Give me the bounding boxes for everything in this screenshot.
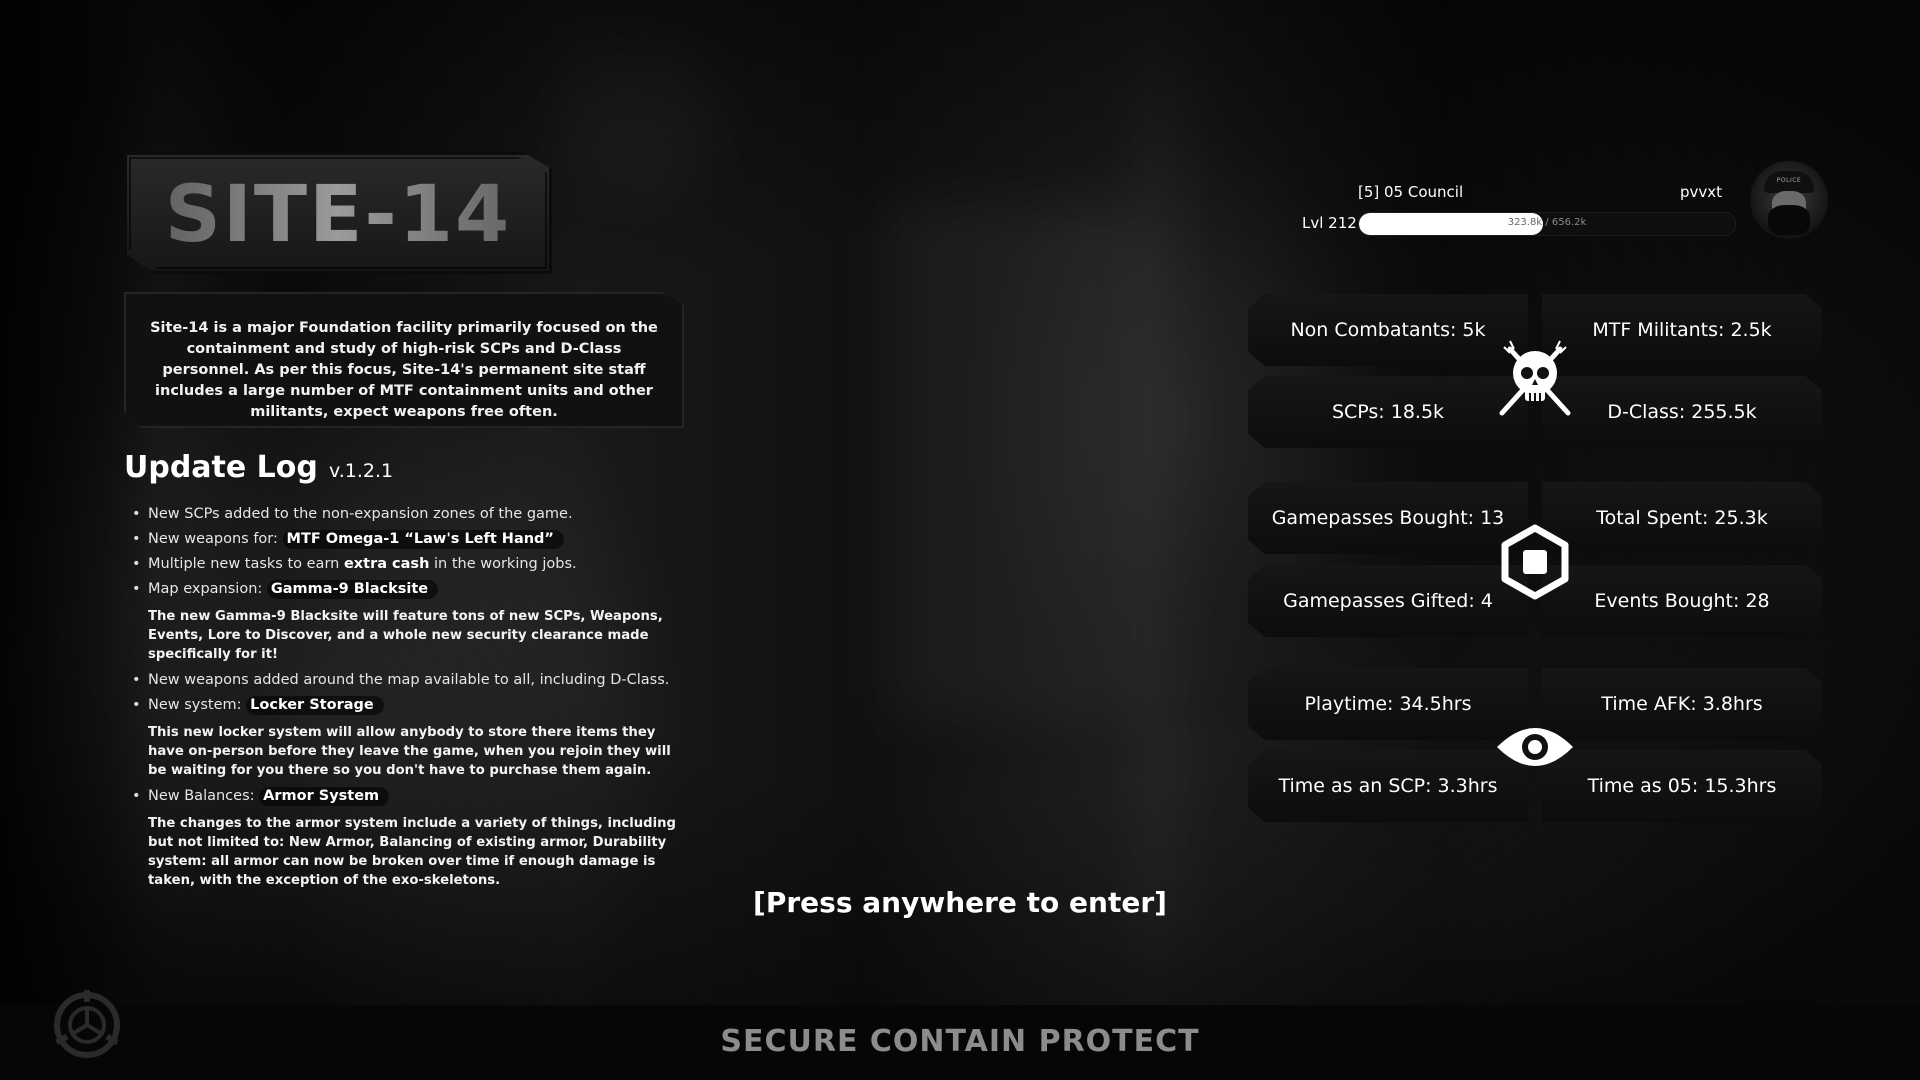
xp-progress-bar: 323.8k / 656.2k [1358,212,1736,236]
update-log-item: New weapons for: MTF Omega-1 “Law's Left… [132,530,692,549]
update-log-list: New SCPs added to the non-expansion zone… [132,506,692,898]
update-log-version: v.1.2.1 [328,460,394,482]
player-avatar: POLICE [1747,158,1831,242]
site-title-badge: SITE-14 [124,152,552,274]
update-log-detail: The new Gamma-9 Blacksite will feature t… [148,609,663,662]
update-log-item: New weapons added around the map availab… [132,672,692,688]
update-log-item: New SCPs added to the non-expansion zone… [132,506,692,522]
update-log-detail: This new locker system will allow anybod… [148,725,671,778]
site-title: SITE-14 [124,170,552,260]
player-username: pvvxt [1679,183,1722,201]
scp-foundation-logo-icon [52,990,122,1060]
update-log-highlight: Armor System [259,787,390,806]
update-log-highlight: Locker Storage [246,696,384,715]
eye-icon [1485,697,1585,797]
update-log-highlight: Gamma-9 Blacksite [266,580,439,599]
update-log-highlight: MTF Omega-1 “Law's Left Hand” [282,530,564,549]
press-to-enter-prompt[interactable]: [Press anywhere to enter] [0,886,1920,919]
xp-progress-text: 323.8k / 656.2k [1507,217,1587,228]
site-description-box: Site-14 is a major Foundation facility p… [124,292,684,428]
update-log-item: New Balances: Armor System The changes t… [132,787,692,890]
update-log-item: Multiple new tasks to earn extra cash in… [132,556,692,572]
update-log-header: Update Log v.1.2.1 [124,450,393,485]
update-log-detail: The changes to the armor system include … [148,816,676,888]
skull-crossed-guns-icon [1485,326,1585,426]
site-description: Site-14 is a major Foundation facility p… [150,320,658,420]
update-log-title: Update Log [124,450,318,485]
update-log-item: New system: Locker Storage This new lock… [132,696,692,780]
footer-motto: SECURE CONTAIN PROTECT [720,1024,1200,1059]
robux-icon [1485,512,1585,612]
player-level: Lvl 212 [1302,214,1357,232]
player-rank: [5] 05 Council [1358,183,1464,201]
update-log-item: Map expansion: Gamma-9 Blacksite The new… [132,580,692,664]
